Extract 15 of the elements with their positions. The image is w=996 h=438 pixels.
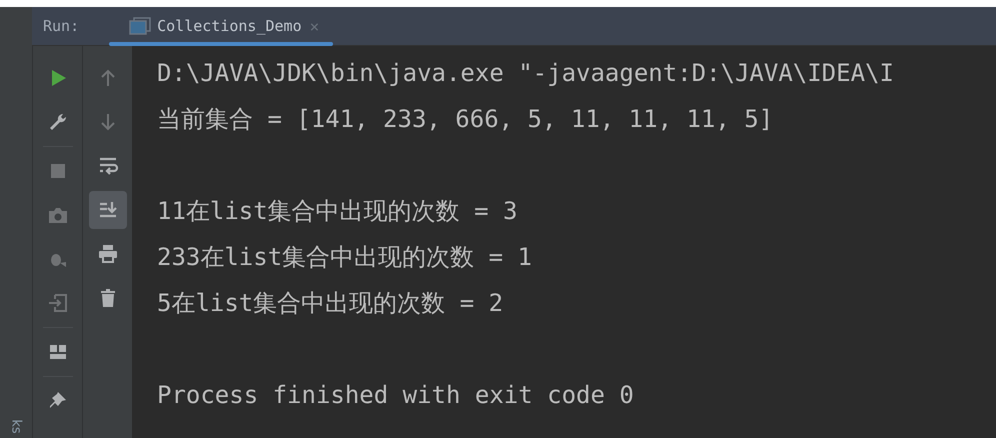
console-line: Process finished with exit code 0 — [157, 380, 635, 411]
run-label: Run: — [43, 17, 80, 35]
close-button[interactable]: × — [310, 16, 320, 36]
tab-title: Collections_Demo — [157, 17, 302, 35]
scroll-to-end-button[interactable] — [88, 191, 126, 229]
side-tab-label[interactable]: ks — [8, 419, 24, 434]
console-line: 5在list集合中出现的次数 = 2 — [157, 288, 504, 319]
console-line: D:\JAVA\JDK\bin\java.exe "-javaagent:D:\JAVA\IDEA\I — [157, 58, 895, 89]
exit-icon — [46, 292, 68, 314]
console-line: 当前集合 = [141, 233, 666, 5, 11, 11, 11, 5] — [157, 104, 774, 135]
run-tab[interactable]: Collections_Demo × — [109, 7, 334, 45]
window-icon — [129, 17, 152, 35]
printer-icon — [96, 243, 118, 265]
console-line: 11在list集合中出现的次数 = 3 — [157, 196, 518, 227]
console-line: 233在list集合中出现的次数 = 1 — [157, 242, 533, 273]
